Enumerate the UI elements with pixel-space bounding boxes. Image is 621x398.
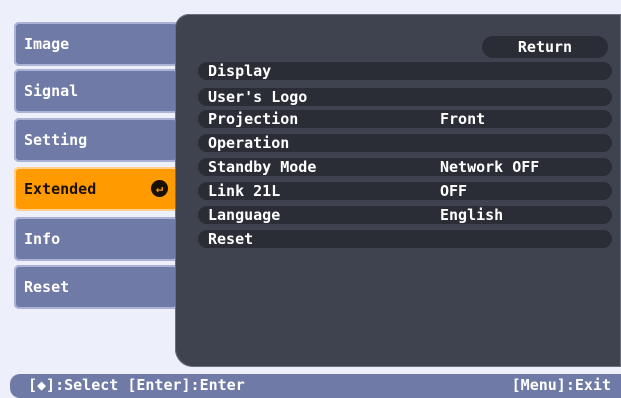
menu-item-standby-mode[interactable]: Standby Mode Network OFF bbox=[198, 158, 612, 176]
help-select-enter: [◆]:Select [Enter]:Enter bbox=[28, 376, 245, 394]
help-exit: [Menu]:Exit bbox=[511, 376, 611, 394]
menu-item-label: Language bbox=[208, 206, 281, 224]
menu-item-label: Reset bbox=[208, 230, 254, 248]
menu-item-label: Projection bbox=[208, 110, 299, 128]
menu-item-operation[interactable]: Operation bbox=[198, 134, 612, 152]
menu-item-label: Operation bbox=[208, 134, 290, 152]
tab-image[interactable]: Image bbox=[14, 22, 186, 66]
menu-item-language[interactable]: Language English bbox=[198, 206, 612, 224]
tab-signal[interactable]: Signal bbox=[14, 69, 186, 113]
menu-item-users-logo[interactable]: User's Logo bbox=[198, 88, 612, 106]
tab-setting[interactable]: Setting bbox=[14, 118, 186, 162]
menu-item-label: Link 21L bbox=[208, 182, 281, 200]
tab-label: Setting bbox=[24, 131, 88, 149]
menu-item-link-21l[interactable]: Link 21L OFF bbox=[198, 182, 612, 200]
menu-item-value: English bbox=[440, 206, 504, 224]
tab-label: Image bbox=[24, 35, 70, 53]
tab-reset[interactable]: Reset bbox=[14, 265, 186, 309]
help-bar: [◆]:Select [Enter]:Enter [Menu]:Exit bbox=[10, 374, 621, 398]
tab-label: Reset bbox=[24, 278, 70, 296]
menu-item-projection[interactable]: Projection Front bbox=[198, 110, 612, 128]
menu-item-value: OFF bbox=[440, 182, 468, 200]
menu-item-value: Network OFF bbox=[440, 158, 540, 176]
menu-item-label: Display bbox=[208, 62, 272, 80]
menu-item-reset[interactable]: Reset bbox=[198, 230, 612, 248]
menu-item-value: Front bbox=[440, 110, 486, 128]
tab-info[interactable]: Info bbox=[14, 217, 186, 261]
enter-icon: ↵ bbox=[151, 180, 168, 197]
tab-extended[interactable]: Extended ↵ bbox=[14, 167, 186, 211]
menu-item-label: Standby Mode bbox=[208, 158, 317, 176]
menu-item-label: User's Logo bbox=[208, 88, 308, 106]
tab-label: Info bbox=[24, 230, 61, 248]
tab-label: Extended bbox=[24, 180, 97, 198]
return-button[interactable]: Return bbox=[482, 36, 608, 58]
menu-item-display[interactable]: Display bbox=[198, 62, 612, 80]
tab-label: Signal bbox=[24, 82, 79, 100]
